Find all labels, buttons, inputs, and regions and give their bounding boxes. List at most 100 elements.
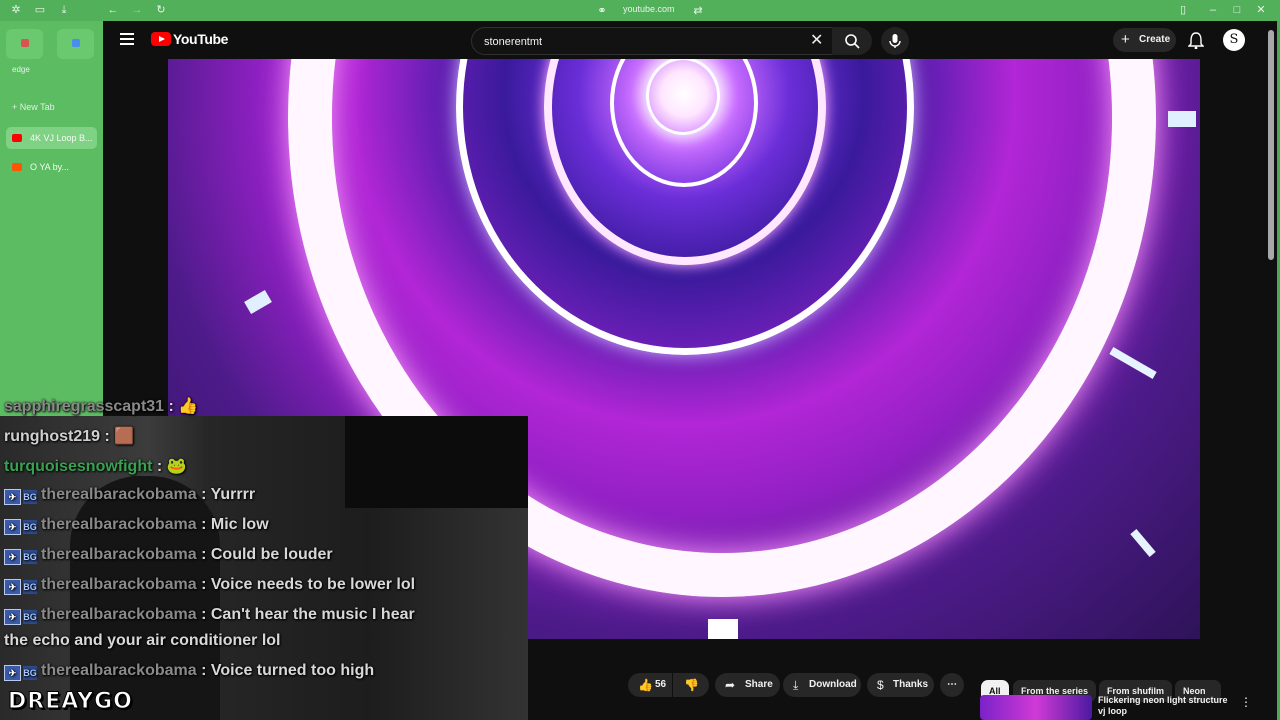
prime-badge-icon: ✈ — [4, 609, 21, 625]
workspaces-icon[interactable]: ✲ — [9, 3, 23, 17]
tab-active[interactable]: 4K VJ Loop B... — [6, 127, 97, 149]
thumbs-down-icon: 👎 — [684, 678, 699, 692]
tab-actions-icon[interactable]: ▭ — [33, 3, 47, 17]
sub-badge-icon: BG — [23, 610, 37, 624]
download-button[interactable]: ⤓ Download — [783, 673, 861, 697]
chat-line: turquoisesnowfight : 🐸 — [4, 458, 187, 475]
chat-message: the echo and your air conditioner lol — [4, 632, 281, 649]
chat-message: Voice needs to be lower lol — [210, 576, 416, 593]
downloads-icon[interactable]: ⤓ — [57, 3, 71, 17]
tab-item[interactable]: O YA by... — [6, 156, 97, 178]
youtube-header: YouTube ✕ + Create S — [103, 21, 1277, 59]
chat-message: Voice turned too high — [210, 662, 375, 679]
address-bar[interactable]: ⚭ youtube.com ⇄ — [595, 4, 702, 18]
share-label: Share — [745, 679, 773, 690]
create-label: Create — [1139, 34, 1171, 45]
chat-username: therealbarackobama — [41, 516, 197, 533]
refresh-icon[interactable]: ↻ — [154, 3, 168, 17]
light-panel — [708, 619, 738, 639]
chat-line: ✈ BG therealbarackobama : Could be louder — [4, 546, 333, 565]
sub-badge-icon: BG — [23, 490, 37, 504]
sidebar-label: edge — [12, 65, 30, 74]
close-window-icon[interactable]: ✕ — [1254, 3, 1268, 17]
streamer-name-overlay: DREAYGO — [8, 689, 133, 715]
chat-line: ✈ BG therealbarackobama : Voice turned too… — [4, 662, 374, 681]
chat-username: sapphiregrasscapt31 — [4, 398, 165, 415]
chat-message: 🟫 — [114, 428, 135, 445]
new-tab-button[interactable]: + New Tab — [12, 102, 55, 112]
tab-title: 4K VJ Loop B... — [30, 133, 93, 143]
new-tab-label: New Tab — [19, 102, 55, 112]
soundcloud-favicon-icon — [12, 163, 22, 171]
back-icon[interactable]: ← — [106, 3, 120, 17]
sub-badge-icon: BG — [23, 520, 37, 534]
chat-username: therealbarackobama — [41, 662, 197, 679]
sub-badge-icon: BG — [23, 666, 37, 680]
chat-message: Can't hear the music I hear — [210, 606, 415, 623]
download-label: Download — [809, 679, 857, 690]
link-icon: ⚭ — [597, 5, 607, 17]
prime-badge-icon: ✈ — [4, 549, 21, 565]
page-settings-icon[interactable]: ⇄ — [691, 4, 705, 18]
youtube-logo-icon[interactable] — [151, 32, 171, 46]
menu-icon[interactable] — [120, 33, 134, 45]
prime-badge-icon: ✈ — [4, 579, 21, 595]
search-button[interactable] — [832, 27, 872, 55]
chat-message: 🐸 — [166, 458, 187, 475]
share-button[interactable]: ➦ Share — [715, 673, 780, 697]
thanks-label: Thanks — [893, 679, 929, 690]
chat-message: Could be louder — [210, 546, 333, 563]
thanks-button[interactable]: $ Thanks — [867, 673, 934, 697]
search-icon — [845, 34, 860, 49]
forward-icon[interactable]: → — [130, 3, 144, 17]
youtube-logo-text[interactable]: YouTube — [173, 31, 228, 47]
more-icon: ⋯ — [947, 679, 957, 690]
plus-icon: + — [12, 102, 20, 112]
chat-username: therealbarackobama — [41, 486, 197, 503]
download-icon: ⤓ — [793, 678, 799, 692]
split-view-icon[interactable]: ▯ — [1176, 3, 1190, 17]
tab-title: O YA by... — [30, 162, 70, 172]
search-box[interactable]: ✕ — [471, 27, 833, 55]
chat-line: ✈ BG therealbarackobama : Mic low — [4, 516, 269, 535]
chat-line: ✈ BG therealbarackobama : Voice needs to b… — [4, 576, 415, 595]
browser-toolbar: ✲ ▭ ⤓ ← → ↻ ⚭ youtube.com ⇄ ▯ – □ ✕ — [0, 0, 1280, 21]
chat-line: sapphiregrasscapt31 : 👍 — [4, 398, 199, 415]
recommended-menu-icon[interactable]: ⋮ — [1240, 695, 1252, 709]
recommended-title[interactable]: Flickering neon light structure vj loop — [1098, 695, 1233, 720]
prime-badge-icon: ✈ — [4, 519, 21, 535]
plus-icon: + — [1121, 31, 1130, 48]
light-panel — [1168, 111, 1196, 127]
chat-username: therealbarackobama — [41, 576, 197, 593]
like-count: 56 — [655, 679, 667, 690]
pinned-tab-2[interactable] — [57, 29, 94, 59]
clear-search-icon[interactable]: ✕ — [810, 31, 823, 51]
dislike-button[interactable]: 👎 — [673, 673, 709, 697]
prime-badge-icon: ✈ — [4, 665, 21, 681]
share-icon: ➦ — [725, 678, 736, 692]
thumbs-up-icon: 👍 — [638, 678, 653, 692]
notifications-bell-icon[interactable] — [1188, 31, 1204, 49]
avatar[interactable]: S — [1223, 29, 1245, 51]
page-scrollbar[interactable] — [1268, 30, 1274, 260]
recommended-thumbnail[interactable] — [980, 695, 1092, 720]
chat-line: runghost219 : 🟫 — [4, 428, 135, 445]
pinned-tab-1[interactable] — [6, 29, 43, 59]
url-text: youtube.com — [623, 4, 675, 14]
search-input[interactable] — [482, 31, 806, 53]
more-actions-button[interactable]: ⋯ — [940, 673, 964, 697]
minimize-icon[interactable]: – — [1206, 3, 1220, 17]
maximize-icon[interactable]: □ — [1230, 3, 1244, 17]
sub-badge-icon: BG — [23, 580, 37, 594]
youtube-favicon-icon — [12, 134, 22, 142]
chat-message: Mic low — [210, 516, 269, 533]
chat-line: ✈ BG therealbarackobama : Can't hear the m… — [4, 606, 415, 625]
voice-search-button[interactable] — [881, 27, 909, 55]
chat-message: Yurrrr — [210, 486, 256, 503]
like-button[interactable]: 👍 56 — [628, 673, 672, 697]
chat-line-continuation: the echo and your air conditioner lol — [4, 632, 280, 650]
sub-badge-icon: BG — [23, 550, 37, 564]
chat-username: turquoisesnowfight — [4, 458, 153, 475]
chat-message: 👍 — [178, 398, 199, 415]
create-button[interactable]: + Create — [1113, 28, 1176, 52]
